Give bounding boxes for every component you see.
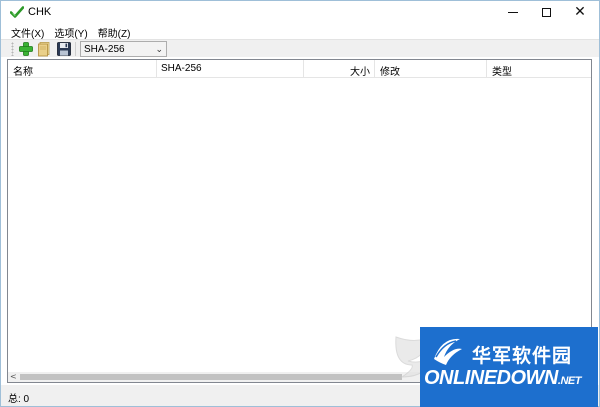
watermark-chinese-text: 华军软件园 — [472, 345, 573, 367]
checkmark-icon — [10, 6, 24, 18]
watermark-english-text: ONLINEDOWN.NET — [424, 367, 581, 390]
status-count: 总: 0 — [8, 394, 30, 405]
column-header-name[interactable]: 名称 — [8, 60, 157, 78]
menu-help[interactable]: 帮助(Z) — [93, 23, 136, 40]
folder-icon[interactable] — [37, 41, 53, 57]
window-title: CHK — [28, 6, 52, 18]
toolbar-grip[interactable] — [11, 42, 14, 56]
column-header-type[interactable]: 类型 — [487, 60, 591, 78]
maximize-icon — [541, 7, 551, 17]
toolbar-separator — [75, 42, 76, 56]
watermark-brand: ONLINEDOWN — [424, 367, 558, 389]
close-button[interactable]: ✕ — [563, 1, 597, 23]
minimize-icon — [508, 11, 518, 13]
menu-file[interactable]: 文件(X) — [1, 23, 49, 40]
hash-algorithm-value: SHA-256 — [84, 44, 125, 55]
maximize-button[interactable] — [529, 1, 563, 23]
watermark-suffix: .NET — [557, 375, 582, 387]
floppy-icon[interactable] — [56, 41, 72, 57]
minimize-button[interactable] — [496, 1, 530, 23]
scrollbar-thumb[interactable] — [20, 374, 402, 380]
title-bar[interactable]: CHK ✕ — [1, 1, 599, 23]
hash-algorithm-select[interactable]: SHA-256 ⌄ — [80, 41, 167, 57]
menu-options[interactable]: 选项(Y) — [49, 23, 92, 40]
menu-bar: 文件(X) 选项(Y) 帮助(Z) — [1, 23, 599, 40]
watermark-logo-icon — [434, 338, 462, 365]
column-header-size[interactable]: 大小 — [304, 60, 375, 78]
watermark-banner: 华军软件园 ONLINEDOWN.NET — [420, 327, 598, 407]
scroll-left-icon[interactable]: < — [10, 372, 17, 381]
column-header-modified[interactable]: 修改 — [375, 60, 487, 78]
chevron-down-icon: ⌄ — [155, 44, 163, 54]
close-icon: ✕ — [574, 4, 586, 20]
plus-icon[interactable] — [18, 41, 34, 57]
toolbar: SHA-256 ⌄ — [1, 39, 599, 57]
column-header-hash[interactable]: SHA-256 — [157, 60, 304, 78]
list-header: 名称 SHA-256 大小 修改 类型 — [8, 60, 591, 78]
